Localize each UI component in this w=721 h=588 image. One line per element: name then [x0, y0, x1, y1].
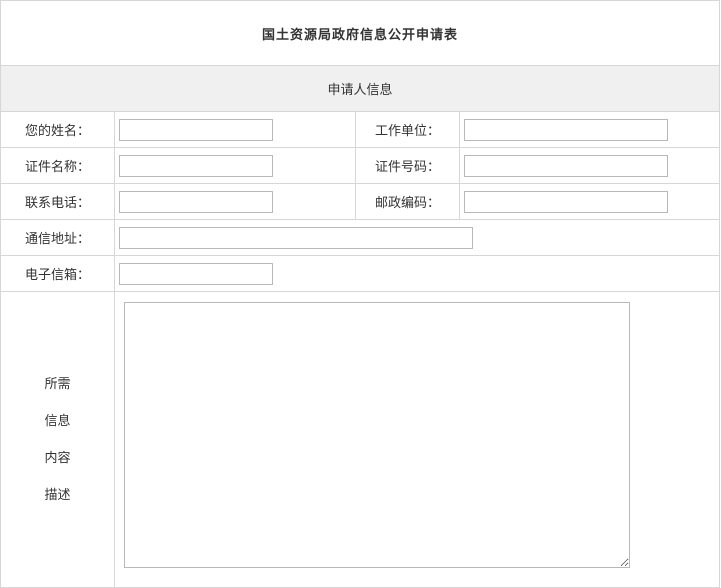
- postal-code-label: 邮政编码：: [355, 183, 460, 220]
- section-header-applicant-info: 申请人信息: [0, 65, 721, 112]
- work-unit-label: 工作单位：: [355, 111, 460, 148]
- description-label-line: 内容: [44, 450, 71, 466]
- address-label: 通信地址：: [0, 219, 115, 256]
- phone-input[interactable]: [119, 190, 273, 213]
- id-type-input[interactable]: [119, 154, 273, 177]
- phone-label: 联系电话：: [0, 183, 115, 220]
- email-input[interactable]: [119, 262, 273, 285]
- postal-code-input[interactable]: [464, 190, 668, 213]
- id-number-input[interactable]: [464, 154, 668, 177]
- id-number-label: 证件号码：: [355, 147, 460, 184]
- address-input[interactable]: [119, 226, 473, 249]
- description-label-line: 信息: [44, 413, 71, 429]
- id-type-label: 证件名称：: [0, 147, 115, 184]
- description-label: 所需 信息 内容 描述: [0, 291, 115, 588]
- description-label-line: 描述: [44, 487, 71, 503]
- name-input[interactable]: [119, 118, 273, 141]
- description-textarea[interactable]: [124, 302, 630, 568]
- description-label-line: 所需: [44, 376, 71, 392]
- name-label: 您的姓名：: [0, 111, 115, 148]
- email-label: 电子信箱：: [0, 255, 115, 292]
- form-title: 国土资源局政府信息公开申请表: [0, 0, 721, 66]
- application-form: 国土资源局政府信息公开申请表 申请人信息 您的姓名： 工作单位： 证件名称： 证…: [0, 0, 721, 588]
- work-unit-input[interactable]: [464, 118, 668, 141]
